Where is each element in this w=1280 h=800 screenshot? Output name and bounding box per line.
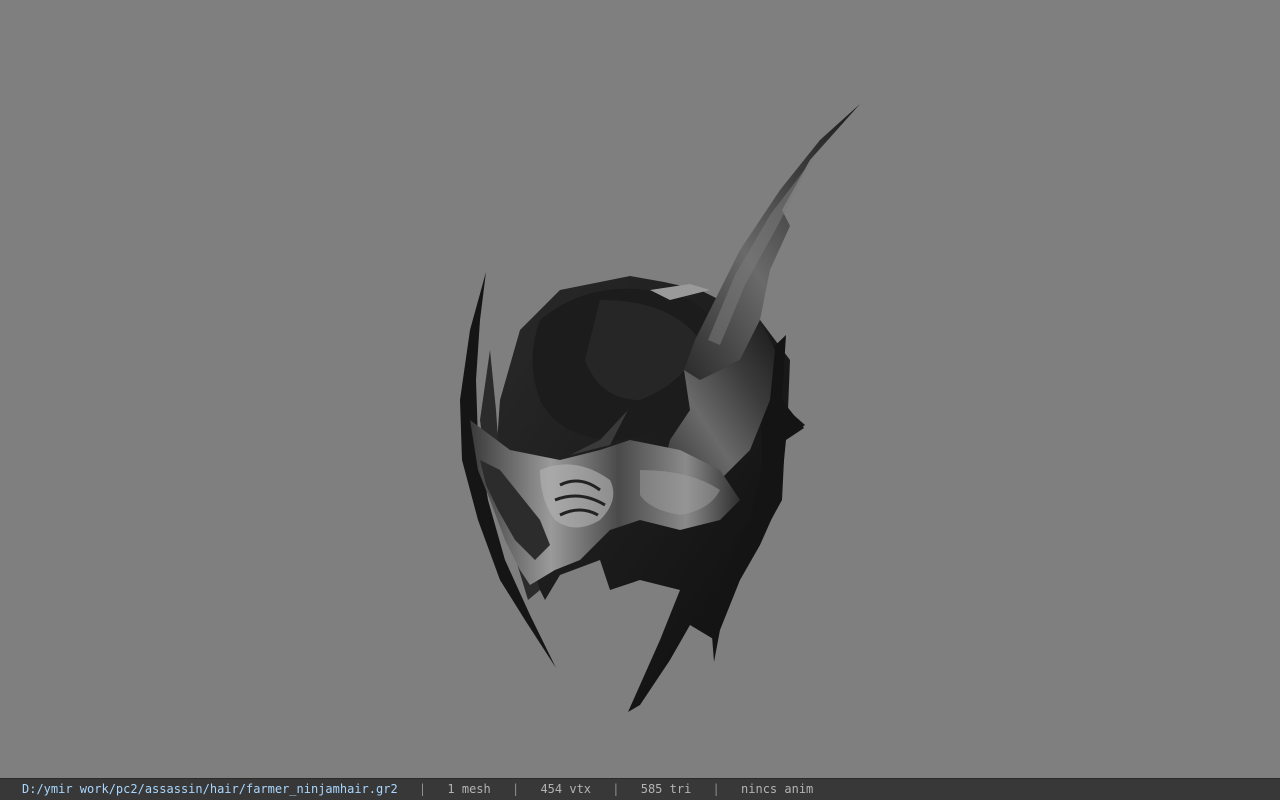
status-separator: | xyxy=(511,782,520,796)
status-bar: D:/ymir work/pc2/assassin/hair/farmer_ni… xyxy=(0,778,1280,800)
vertex-count: 454 vtx xyxy=(540,782,592,796)
status-separator: | xyxy=(712,782,720,796)
3d-viewport[interactable] xyxy=(0,0,1280,778)
status-separator: | xyxy=(612,782,620,796)
mesh-count: 1 mesh xyxy=(447,782,491,796)
animation-status: nincs anim xyxy=(741,782,814,796)
triangle-count: 585 tri xyxy=(640,782,692,796)
status-separator: | xyxy=(418,782,427,796)
file-path: D:/ymir work/pc2/assassin/hair/farmer_ni… xyxy=(22,782,398,796)
hair-mesh-render[interactable] xyxy=(0,0,1280,778)
